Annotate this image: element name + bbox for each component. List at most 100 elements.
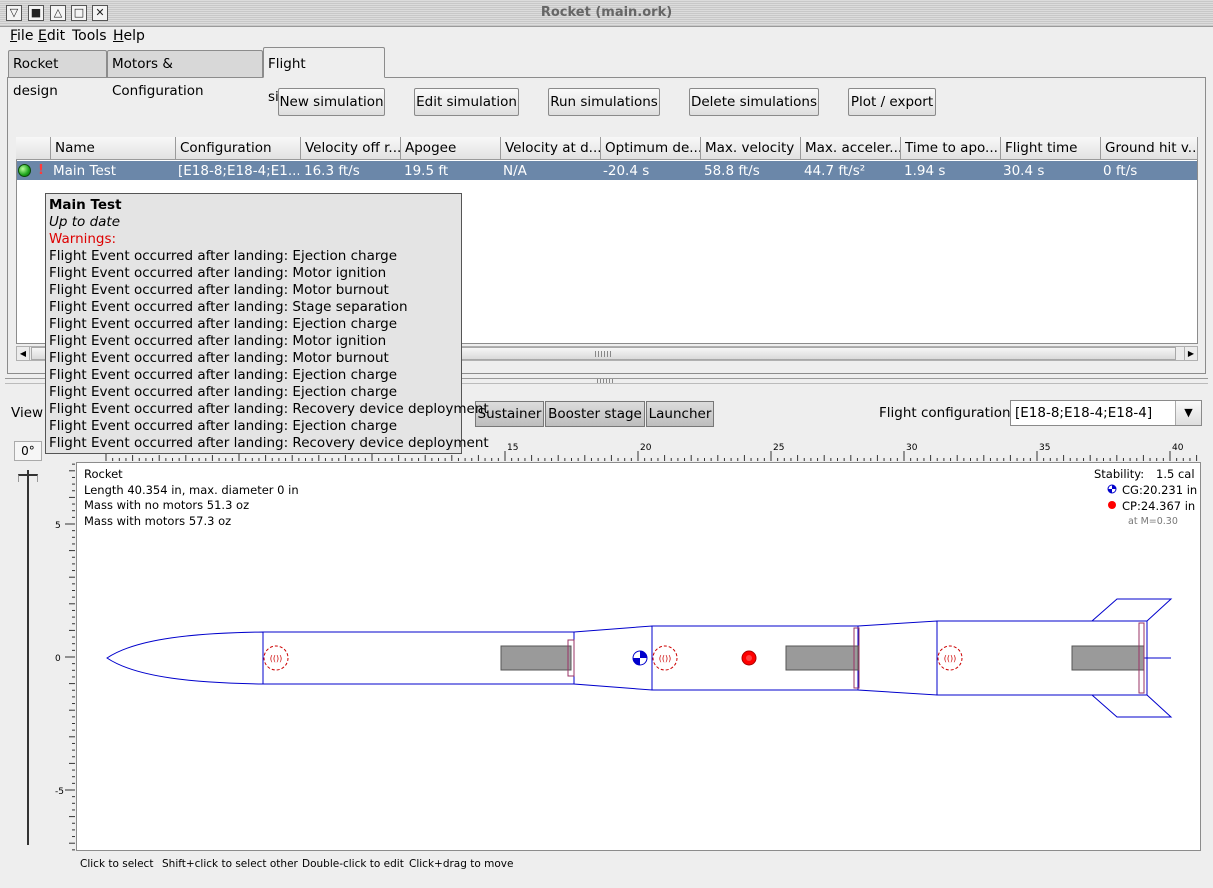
table-cell: N/A [503,163,527,179]
nose-cone [106,631,264,685]
new-simulation-button[interactable]: New simulation [278,88,385,116]
grip-icon [597,379,615,383]
tooltip-warning-line: Flight Event occurred after landing: Eje… [49,418,398,434]
scroll-left-icon[interactable]: ◀ [17,347,30,360]
tooltip-title: Main Test [49,197,122,213]
table-cell: -20.4 s [603,163,650,179]
grip-icon [595,351,613,357]
edit-simulation-button[interactable]: Edit simulation [414,88,519,116]
column-header[interactable]: Apogee [401,137,501,160]
rocket-length: Length 40.354 in, max. diameter 0 in [84,483,299,497]
table-cell: 1.94 s [904,163,946,179]
mach-note: at M=0.30 [1128,516,1178,527]
table-cell: 44.7 ft/s² [804,163,866,179]
cp-value: CP:24.367 in [1122,499,1196,513]
ruler-label: -5 [55,787,64,797]
window-title: Rocket (main.ork) [540,5,673,20]
stage-booster-button[interactable]: Booster stage [545,401,645,427]
status-select-other: Shift+click to select other [162,858,298,870]
status-edit: Double-click to edit [302,858,404,870]
tooltip-warning-line: Flight Event occurred after landing: Mot… [49,265,387,281]
table-cell: 19.5 ft [404,163,449,179]
table-cell: Main Test [53,163,117,179]
motor-sustainer [500,645,572,671]
ruler-label: 25 [773,443,784,453]
table-cell: 16.3 ft/s [304,163,360,179]
tab-motors-configuration[interactable]: Motors & Configuration [107,50,263,99]
motor-booster [785,645,859,671]
table-cell: 30.4 s [1003,163,1045,179]
column-header[interactable]: Max. acceler... [801,137,901,160]
stage-launcher-button[interactable]: Launcher [646,401,714,427]
tooltip-warning-line: Flight Event occurred after landing: Mot… [49,333,387,349]
ruler-label: 35 [1039,443,1050,453]
vertical-ruler: 5 0 -5 [55,463,75,851]
tooltip-warning-line: Flight Event occurred after landing: Rec… [49,401,489,417]
column-header[interactable]: Optimum de... [601,137,701,160]
fin-top [1091,598,1173,622]
table-cell: 58.8 ft/s [704,163,760,179]
column-header[interactable]: Velocity at d... [501,137,601,160]
menu-bar: File Edit Tools Help [0,27,1213,47]
dropdown-arrow-icon[interactable]: ▼ [1175,401,1201,425]
tab-rocket-design[interactable]: Rocket design [8,50,107,99]
tooltip-status: Up to date [49,214,121,230]
ruler-label: 0 [55,654,61,664]
rocket-name: Rocket [84,467,123,481]
cg-marker [632,650,648,666]
column-header[interactable]: Velocity off r... [301,137,401,160]
stability-value: 1.5 cal [1156,467,1195,481]
run-simulations-button[interactable]: Run simulations [548,88,660,116]
ruler-label: 15 [507,443,518,453]
flight-config-value: [E18-8;E18-4;E18-4] [1015,405,1153,421]
stability-label: Stability: [1094,467,1145,481]
motor-launcher [1071,645,1145,671]
table-cell: [E18-8;E18-4;E1... [178,163,299,179]
rotation-slider-thumb[interactable] [18,474,38,482]
tooltip-warning-line: Flight Event occurred after landing: Mot… [49,282,389,298]
scroll-right-icon[interactable]: ▶ [1184,347,1197,360]
column-header[interactable]: Configuration [176,137,301,160]
ruler-label: 30 [906,443,918,453]
delete-simulations-button[interactable]: Delete simulations [689,88,819,116]
fin-bottom [1091,694,1173,718]
view-label: View [11,405,44,421]
rotation-slider-track[interactable] [27,470,29,845]
flight-config-label: Flight configuration: [879,405,1016,421]
tooltip-warning-line: Flight Event occurred after landing: Eje… [49,384,398,400]
menu-help[interactable]: Help [113,28,145,44]
column-header[interactable]: Name [51,137,176,160]
ruler-label: 5 [55,521,61,531]
warning-icon: ! [38,163,44,178]
tooltip-warning-line: Flight Event occurred after landing: Sta… [49,299,408,315]
tooltip-warning-line: Flight Event occurred after landing: Mot… [49,350,389,366]
column-header[interactable]: Ground hit v... [1101,137,1198,160]
plot-export-button[interactable]: Plot / export [848,88,936,116]
menu-tools[interactable]: Tools [72,28,107,44]
menu-edit[interactable]: Edit [38,28,65,44]
cg-icon [1107,484,1117,494]
tooltip-warning-line: Flight Event occurred after landing: Eje… [49,248,398,264]
rocket-mass-no-motors: Mass with no motors 51.3 oz [84,498,250,512]
rocket-figure[interactable]: (()) (()) (()) Rocket Length 40.354 in, … [76,462,1201,851]
recovery-label: (()) [944,654,956,663]
column-header[interactable]: Max. velocity [701,137,801,160]
status-move: Click+drag to move [409,858,514,870]
column-header[interactable]: Flight time [1001,137,1101,160]
menu-file[interactable]: File [10,28,33,44]
rocket-drawing[interactable]: (()) (()) (()) [77,463,1202,852]
interstage [857,620,938,696]
title-bar: ▽ ■ △ □ ✕ Rocket (main.ork) [0,0,1213,27]
column-header[interactable]: Time to apo... [901,137,1001,160]
table-cell: 0 ft/s [1103,163,1138,179]
tab-flight-simulations[interactable]: Flight simulations [263,47,385,105]
ruler-label: 40 [1172,443,1184,453]
status-select: Click to select [80,858,154,870]
recovery-label: (()) [270,654,282,663]
rocket-mass-with-motors: Mass with motors 57.3 oz [84,514,232,528]
cg-value: CG:20.231 in [1122,483,1198,497]
rotation-angle: 0° [14,441,42,461]
column-header-status[interactable] [16,137,51,160]
flight-config-select[interactable]: [E18-8;E18-4;E18-4] ▼ [1010,400,1202,426]
tooltip-warnings-label: Warnings: [49,231,117,247]
